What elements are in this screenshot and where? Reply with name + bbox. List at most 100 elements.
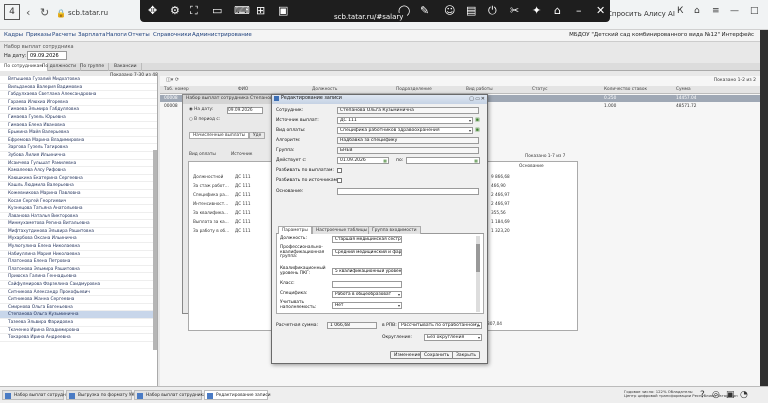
list-item[interactable]: Зубова Лилия Ильинична <box>0 152 157 160</box>
col-department[interactable]: Подразделение <box>396 87 432 92</box>
col-tab-number[interactable]: Таб. номер <box>164 87 189 92</box>
list-item[interactable]: Платонова Елена Петровна <box>0 258 157 266</box>
tab-deductions[interactable]: Уде <box>249 132 266 139</box>
radio-on-date[interactable]: ◉ На дату: <box>189 107 213 112</box>
list-item[interactable]: Степанова Ольга Кузьминична <box>0 311 157 319</box>
close-button[interactable]: Закрыть <box>452 351 481 359</box>
list-item[interactable]: Исаичева Гульшат Рамилевна <box>0 160 157 168</box>
interface-menu[interactable]: Интерфейс <box>722 32 754 38</box>
col-status[interactable]: Статус <box>532 87 548 92</box>
window-icon[interactable]: ▭ <box>212 4 222 17</box>
user-icon[interactable]: ☺ <box>444 4 455 17</box>
tab-by-position[interactable]: По должности <box>38 63 82 71</box>
list-item[interactable]: Заргова Гузель Тагировна <box>0 144 157 152</box>
menu-spravochniki[interactable]: Справочники <box>153 32 191 38</box>
menu-icon[interactable]: ≡ <box>712 6 720 16</box>
employee-list-scrollbar[interactable] <box>153 150 157 350</box>
file-icon[interactable]: ▤ <box>466 4 476 17</box>
group-field[interactable]: БНЕВ <box>337 147 479 154</box>
menu-raschety[interactable]: Расчеты <box>52 32 76 38</box>
chevron-down-icon[interactable]: ▾ <box>469 118 471 123</box>
display-icon[interactable]: ▣ <box>278 4 288 17</box>
tab-by-group[interactable]: По группе <box>76 63 110 71</box>
pen-icon[interactable]: ✎ <box>420 4 429 17</box>
list-item[interactable]: Токарева Ирина Андреевна <box>0 334 157 342</box>
close-toolbar-icon[interactable]: ✕ <box>596 4 605 17</box>
camera-icon[interactable]: ◎ <box>712 390 720 400</box>
scrollbar-thumb[interactable] <box>476 244 480 272</box>
clock-icon[interactable]: ◔ <box>740 390 748 400</box>
tab-settings-tables[interactable]: Настроечные таблицы <box>312 226 372 234</box>
menu-nalogi[interactable]: Налоги <box>106 32 127 38</box>
move-icon[interactable]: ✥ <box>148 4 157 17</box>
bg-col-basis[interactable]: Основание <box>519 164 544 169</box>
list-item[interactable]: Ситникова Жанна Сергеевна <box>0 296 157 304</box>
param-class-field[interactable] <box>332 281 402 288</box>
list-item[interactable]: Мухарбова Оксана Ильинична <box>0 235 157 244</box>
rpv-select[interactable]: Рассчитывать по отработанному ▾ <box>398 322 482 329</box>
list-item[interactable]: Каюшкина Екатерина Сергеевна <box>0 175 157 183</box>
calendar-icon[interactable]: ▦ <box>383 158 387 163</box>
bg-col-source[interactable]: Источник <box>231 152 252 157</box>
menu-zarplata[interactable]: Зарплата <box>78 32 105 38</box>
param-position-field[interactable]: Старшая медицинская сестра <box>332 236 402 243</box>
list-item[interactable]: Минмухаметова Регина Витальевна <box>0 220 157 228</box>
rounding-select[interactable]: Без округления ▾ <box>424 334 482 341</box>
employee-field[interactable]: Степанова Ольга Кузьминична <box>337 107 479 114</box>
list-item[interactable]: Тазеева Эльвира Фаридовна <box>0 319 157 327</box>
list-item[interactable]: Набиуллина Мария Николаевна <box>0 251 157 259</box>
list-item[interactable]: Ерыкина Майя Валерьевна <box>0 129 157 137</box>
bg-col-pay-type[interactable]: Вид оплаты <box>189 152 216 157</box>
param-fill-select[interactable]: Нет ▾ <box>332 302 402 309</box>
list-item[interactable]: Лаванова Наталья Викторовна <box>0 213 157 221</box>
list-item[interactable]: Смирнова Ольга Евгеньевна <box>0 304 157 312</box>
menu-kadry[interactable]: Кадры <box>4 32 23 38</box>
lock-screen-icon[interactable]: ⌂ <box>554 4 561 17</box>
minimize-icon[interactable]: — <box>730 6 739 16</box>
menu-prikazy[interactable]: Приказы <box>26 32 51 38</box>
list-item[interactable]: Гимаева Эльмира Габдулловна <box>0 106 157 114</box>
parameters-scrollbar[interactable] <box>476 236 480 312</box>
task-export[interactable]: Выгрузка по формату УК <box>66 390 135 400</box>
task-payments-set[interactable]: Набор выплат сотруднико <box>2 390 74 400</box>
list-item[interactable]: Ткаченко Ирина Владимировна <box>0 327 157 335</box>
menu-otchety[interactable]: Отчеты <box>128 32 150 38</box>
save-button[interactable]: Сохранить <box>420 351 454 359</box>
lookup-icon[interactable]: ▣ <box>475 117 480 123</box>
list-item[interactable]: Кашль Людмила Валерьевна <box>0 182 157 190</box>
menu-admin[interactable]: Администрирование <box>192 32 252 38</box>
tool-icon[interactable]: ✂ <box>510 4 519 17</box>
back-icon[interactable]: ‹ <box>26 6 30 19</box>
tab-count-button[interactable]: 4 <box>4 4 20 20</box>
calc-sum-field[interactable]: 1 066,68 <box>327 322 377 329</box>
tab-inclusion-group[interactable]: Группа входимости <box>368 226 421 234</box>
col-fio[interactable]: ФИО <box>238 87 248 92</box>
address-bar[interactable]: scb.tatar.ru <box>68 9 108 17</box>
translate-icon[interactable]: К <box>677 6 683 16</box>
bg-date-input[interactable]: 09.09.2026 <box>227 107 263 114</box>
list-item[interactable]: Сайфулмирова Фарзелина Саидмуровна <box>0 281 157 289</box>
chevron-down-icon[interactable]: ▾ <box>478 323 480 328</box>
restore-icon[interactable]: □ <box>750 6 759 16</box>
list-item[interactable]: Ситникова Александр Прокофьевич <box>0 289 157 297</box>
close-dialog-icon[interactable]: ✕ <box>481 96 485 102</box>
list-item[interactable]: Кузнецова Татьяна Анатольевна <box>0 205 157 213</box>
power-icon[interactable]: ⏻ <box>488 4 497 18</box>
radio-period[interactable]: ○ В период с: <box>189 117 220 122</box>
list-item[interactable]: Габдулхаева Светлана Александровна <box>0 91 157 99</box>
param-level-field[interactable]: 5 квалификационный уровень <box>332 268 402 275</box>
tab-accrued[interactable]: Начисленные выплаты <box>189 132 249 139</box>
settings-icon[interactable]: ⚙ <box>170 4 180 17</box>
list-item[interactable]: Мифтахутдинова Эльвира Рашитовна <box>0 228 157 236</box>
chevron-down-icon[interactable]: ▾ <box>398 303 400 308</box>
col-work-type[interactable]: Вид работы <box>466 87 493 92</box>
task-employee-payments[interactable]: Набор выплат сотрудника Ст <box>134 390 213 400</box>
list-item[interactable]: Гараева Илюхиа Игоревна <box>0 99 157 107</box>
list-item[interactable]: Гимаева Гузель Юрьевна <box>0 114 157 122</box>
chevron-down-icon[interactable]: ▾ <box>478 335 480 340</box>
windows-icon[interactable]: ⊞ <box>256 4 265 17</box>
bookmark-icon[interactable]: ⌂ <box>694 6 700 16</box>
source-select[interactable]: ДС 111 ▾ <box>337 117 473 124</box>
list-item[interactable]: Камалеева Алсу Рифовна <box>0 167 157 175</box>
reload-icon[interactable]: ↻ <box>40 6 49 19</box>
